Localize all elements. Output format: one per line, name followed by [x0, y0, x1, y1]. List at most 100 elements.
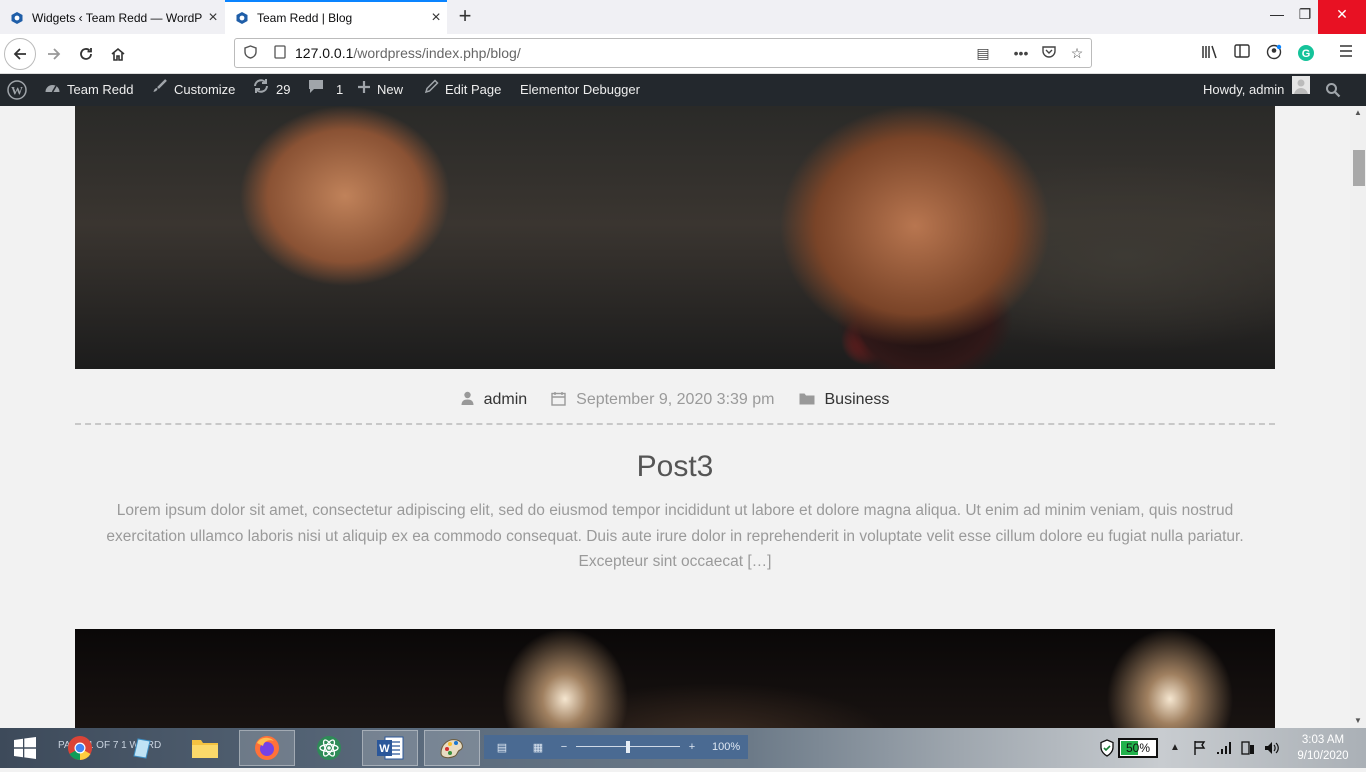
debugger-label: Elementor Debugger — [520, 82, 640, 97]
reader-view-icon[interactable]: ▤ — [969, 45, 997, 62]
forward-arrow-icon — [48, 48, 61, 60]
tab-widgets[interactable]: Widgets ‹ Team Redd — WordPress × — [0, 2, 224, 34]
start-button[interactable] — [0, 730, 50, 766]
grammarly-icon[interactable]: G — [1296, 44, 1316, 64]
post-featured-image[interactable] — [75, 106, 1275, 369]
page-content: admin September 9, 2020 3:39 pm Business… — [0, 106, 1350, 728]
updates-icon — [252, 74, 270, 106]
new-tab-button[interactable]: + — [452, 4, 478, 30]
tab-blog[interactable]: Team Redd | Blog × — [225, 0, 447, 34]
author-link[interactable]: admin — [484, 391, 528, 409]
speaker-icon[interactable] — [1262, 728, 1282, 768]
atom-icon — [317, 736, 341, 760]
security-shield-icon[interactable] — [1098, 728, 1116, 768]
atom-taskbar-button[interactable] — [301, 730, 357, 766]
svg-text:W: W — [11, 84, 23, 98]
zoom-slider-handle[interactable] — [626, 741, 630, 753]
library-icon[interactable] — [1200, 44, 1220, 64]
updates-count: 29 — [276, 82, 291, 97]
firefox-icon — [255, 736, 279, 760]
close-window-button[interactable]: ✕ — [1318, 0, 1366, 34]
zoom-in-icon[interactable]: + — [684, 741, 700, 753]
system-clock[interactable]: 3:03 AM 9/10/2020 — [1286, 732, 1360, 764]
date-text: September 9, 2020 3:39 pm — [576, 391, 775, 408]
site-icon — [10, 11, 24, 25]
meta-divider — [75, 423, 1275, 425]
read-mode-icon[interactable]: ▤ — [484, 741, 520, 754]
url-text[interactable]: 127.0.0.1/wordpress/index.php/blog/ — [295, 45, 969, 61]
windows-logo-icon — [14, 737, 36, 759]
svg-text:G: G — [1302, 48, 1311, 60]
comments-count: 1 — [336, 82, 344, 97]
word-taskbar-button[interactable]: W — [362, 730, 418, 766]
zoom-out-icon[interactable]: − — [556, 741, 572, 753]
chrome-taskbar-button[interactable] — [52, 730, 108, 766]
customize-link[interactable]: Customize — [152, 74, 235, 106]
pencil-icon — [424, 74, 439, 106]
back-button[interactable] — [4, 38, 36, 70]
dashboard-icon — [44, 74, 61, 106]
tablet-app-taskbar-button[interactable] — [114, 730, 170, 766]
battery-indicator[interactable]: 50% — [1118, 738, 1158, 758]
shield-icon[interactable] — [235, 44, 265, 62]
reload-button[interactable] — [70, 38, 102, 70]
word-status-bar: ▤ ▦ − + 100% — [484, 735, 748, 759]
tab-title: Widgets ‹ Team Redd — WordPress — [32, 11, 202, 25]
account-icon[interactable] — [1264, 44, 1284, 64]
new-content-menu[interactable]: New — [357, 74, 403, 106]
scroll-up-arrow-icon[interactable]: ▲ — [1350, 106, 1366, 120]
edit-page-label: Edit Page — [445, 82, 502, 97]
post-category[interactable]: Business — [799, 391, 890, 409]
zoom-slider[interactable] — [576, 741, 680, 753]
close-tab-icon[interactable]: × — [425, 9, 447, 27]
menu-icon[interactable] — [1336, 44, 1356, 64]
post-author[interactable]: admin — [461, 391, 528, 409]
page-actions-icon[interactable]: ••• — [1007, 45, 1035, 61]
tray-overflow-chevron-icon[interactable]: ▲ — [1166, 728, 1184, 768]
brush-icon — [152, 74, 168, 106]
page-info-icon[interactable] — [265, 44, 295, 62]
excerpt-line: Excepteur sint occaecat […] — [578, 553, 772, 570]
category-link[interactable]: Business — [825, 391, 890, 409]
post-date: September 9, 2020 3:39 pm — [551, 391, 775, 410]
network-signal-icon[interactable] — [1214, 728, 1234, 768]
forward-button[interactable] — [38, 38, 70, 70]
next-post-featured-image[interactable] — [75, 629, 1275, 728]
zoom-level[interactable]: 100% — [712, 741, 740, 753]
site-name-menu[interactable]: Team Redd — [44, 74, 133, 106]
site-name-label: Team Redd — [67, 82, 134, 97]
file-explorer-taskbar-button[interactable] — [177, 730, 233, 766]
elementor-debugger-link[interactable]: Elementor Debugger — [520, 74, 640, 106]
clock-time: 3:03 AM — [1301, 734, 1345, 746]
tab-strip: Widgets ‹ Team Redd — WordPress × Team R… — [0, 0, 1366, 34]
firefox-taskbar-button[interactable] — [239, 730, 295, 766]
home-button[interactable] — [102, 38, 134, 70]
device-icon[interactable] — [1238, 728, 1258, 768]
admin-search-icon[interactable] — [1325, 74, 1341, 106]
print-layout-icon[interactable]: ▦ — [520, 741, 556, 754]
action-center-flag-icon[interactable] — [1190, 728, 1210, 768]
bookmark-star-icon[interactable]: ☆ — [1063, 45, 1091, 62]
scrollbar-thumb[interactable] — [1353, 150, 1365, 186]
my-account-menu[interactable]: Howdy, admin — [1203, 74, 1311, 106]
post-meta: admin September 9, 2020 3:39 pm Business — [75, 386, 1275, 414]
page-scrollbar[interactable]: ▲ ▼ — [1350, 106, 1366, 728]
sidebar-icon[interactable] — [1232, 44, 1252, 64]
updates-link[interactable]: 29 — [252, 74, 290, 106]
home-icon — [111, 47, 125, 61]
comments-link[interactable]: 1 — [308, 74, 343, 106]
scroll-down-arrow-icon[interactable]: ▼ — [1350, 714, 1366, 728]
post-excerpt: Lorem ipsum dolor sit amet, consectetur … — [80, 498, 1270, 575]
chrome-icon — [68, 736, 92, 761]
site-icon — [235, 11, 249, 25]
pocket-icon[interactable] — [1035, 45, 1063, 61]
close-tab-icon[interactable]: × — [202, 9, 224, 27]
url-bar[interactable]: 127.0.0.1/wordpress/index.php/blog/ ▤ ••… — [234, 38, 1092, 68]
excerpt-line: exercitation ullamco laboris nisi ut ali… — [106, 527, 1244, 545]
tab-title: Team Redd | Blog — [257, 11, 353, 25]
wordpress-logo-icon[interactable]: W — [7, 74, 27, 106]
post-title[interactable]: Post3 — [75, 450, 1275, 484]
edit-page-link[interactable]: Edit Page — [424, 74, 501, 106]
paint-taskbar-button[interactable] — [424, 730, 480, 766]
howdy-label: Howdy, admin — [1203, 82, 1285, 97]
